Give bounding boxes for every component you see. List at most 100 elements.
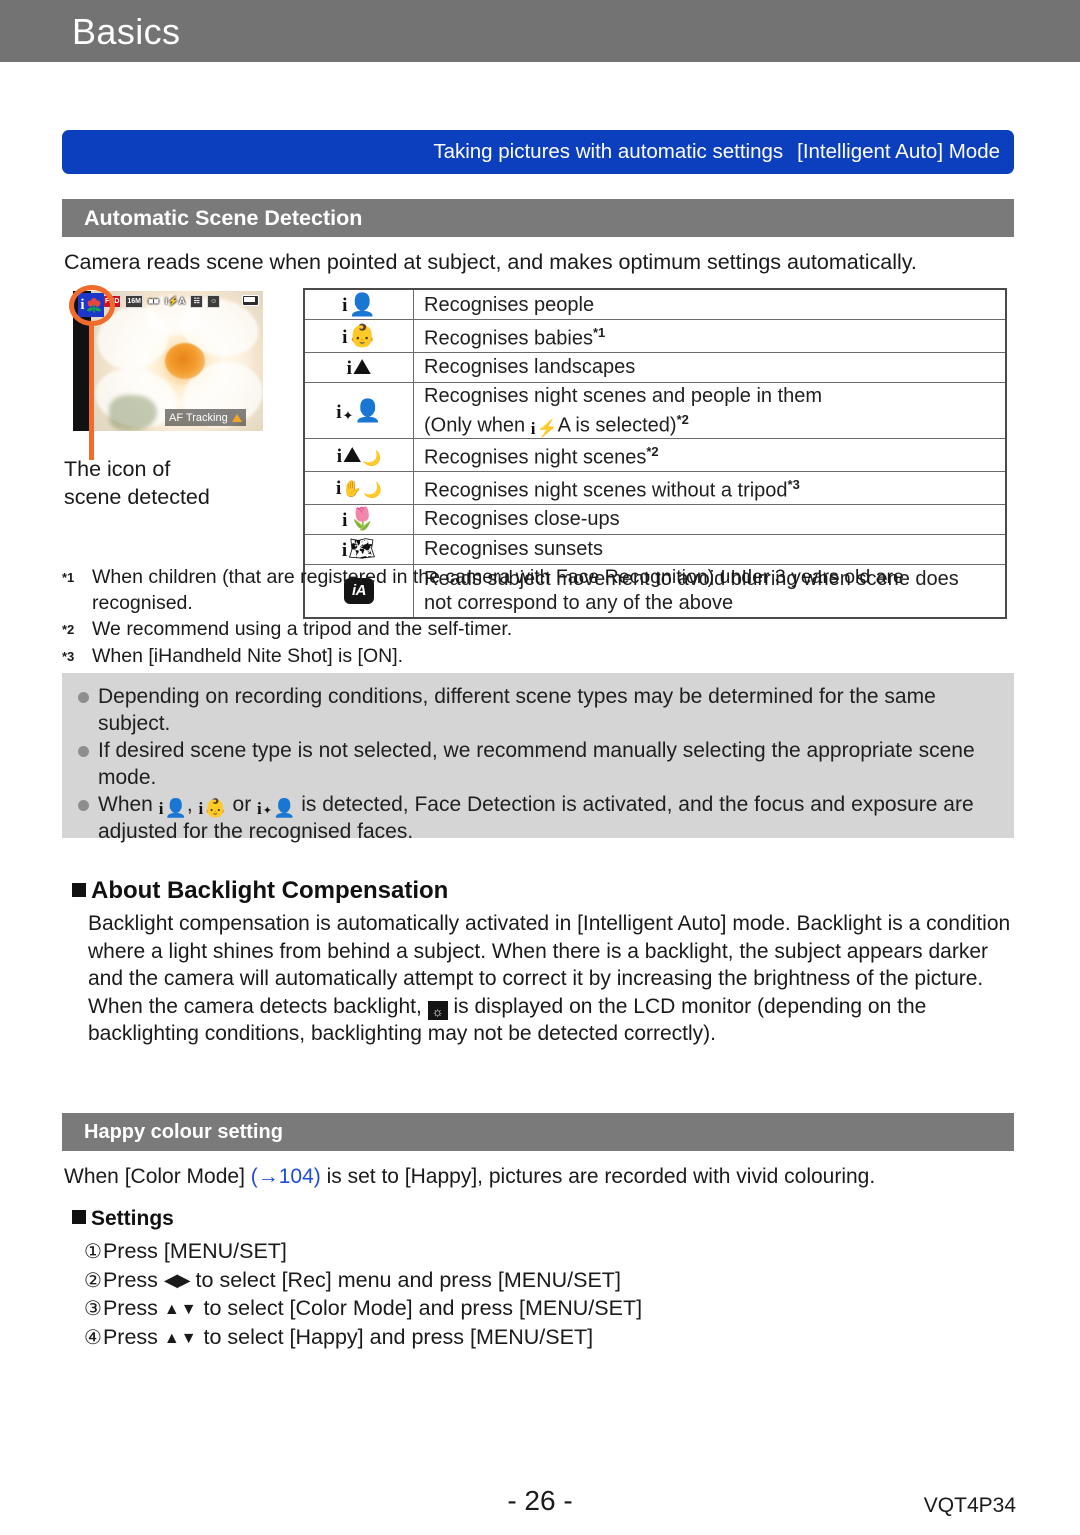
row-text: Recognises sunsets — [424, 538, 603, 561]
settings-step: ③Press ▲▼ to select [Color Mode] and pre… — [84, 1295, 1004, 1324]
happy-desc-post: is set to [Happy], pictures are recorded… — [320, 1165, 876, 1188]
note-text: If desired scene type is not selected, w… — [98, 739, 975, 789]
note-item: Depending on recording conditions, diffe… — [76, 683, 998, 737]
table-cell-description: Recognises sunsets — [413, 533, 1007, 565]
table-row: i ⛰ 🌙 Recognises night scenes*2 — [303, 438, 1007, 473]
row-text: Recognises night scenes — [424, 447, 647, 470]
settings-step: ②Press ◀▶ to select [Rec] menu and press… — [84, 1267, 1004, 1296]
up-down-arrow-icon: ▲▼ — [163, 1301, 198, 1318]
table-cell-description: Recognises night scenes and people in th… — [413, 381, 1007, 440]
table-cell-description: Recognises night scenes*2 — [413, 438, 1007, 473]
page-number: - 26 - — [507, 1485, 573, 1516]
footnote-text: When [iHandheld Nite Shot] is [ON]. — [92, 644, 404, 667]
row-text: Recognises night scenes and people in th… — [424, 384, 823, 407]
callout-circle-icon — [69, 285, 115, 326]
row-text: Recognises landscapes — [424, 356, 636, 379]
footnote-item: *1 When children (that are registered in… — [62, 565, 1012, 616]
footnote-text-line2: recognised. — [92, 591, 193, 614]
table-row: i ✋ 🌙 Recognises night scenes without a tr… — [303, 471, 1007, 505]
i-macro-icon: i 🌷 — [303, 503, 414, 535]
row-note: *2 — [646, 444, 659, 460]
left-right-arrow-icon: ◀▶ — [163, 1269, 191, 1290]
backlight-detect-icon: ☼ — [427, 1000, 448, 1020]
section-banner: Taking pictures with automatic settings [… — [62, 130, 1014, 174]
camera-lcd-figure: FHD 16M ■■ i⚡A ☵ ☺ AF Tracking i — [69, 285, 263, 460]
row-note: *2 — [676, 411, 689, 427]
settings-heading: Settings — [72, 1207, 174, 1231]
settings-step: ④Press ▲▼ to select [Happy] and press [M… — [84, 1324, 1004, 1353]
intelligent-flash-icon: i⚡A — [165, 296, 186, 306]
i-portrait-icon: i 👤 — [303, 288, 414, 320]
i-night-portrait-icon: i ✦ 👤 — [257, 798, 296, 819]
footnote-text: We recommend using a tripod and the self… — [92, 618, 513, 640]
step-text-pre: Press — [102, 1296, 164, 1320]
scene-detection-header-label: Automatic Scene Detection — [84, 206, 363, 230]
section-banner-text: Taking pictures with automatic settings [… — [433, 140, 1000, 164]
note-item: If desired scene type is not selected, w… — [76, 737, 998, 791]
table-row: i 👤 Recognises people — [303, 288, 1007, 320]
i-sunset-icon: i 🗺 — [303, 533, 414, 565]
section-banner-mode: [Intelligent Auto] Mode — [797, 140, 1000, 163]
table-cell-description: Recognises landscapes — [413, 351, 1007, 383]
happy-colour-header: Happy colour setting — [62, 1113, 1014, 1151]
happy-desc-pre: When [Color Mode] — [64, 1165, 251, 1188]
row-note: *1 — [593, 325, 606, 340]
step-number: ④ — [84, 1326, 102, 1349]
row-text: Recognises close-ups — [424, 508, 620, 531]
intelligent-flash-auto-icon: i ⚡ — [530, 419, 558, 439]
callout-leader-line — [89, 325, 94, 460]
table-cell-description: Recognises night scenes without a tripod… — [413, 471, 1007, 505]
row-text: Recognises night scenes without a tripod — [424, 479, 788, 502]
happy-colour-header-label: Happy colour setting — [84, 1121, 283, 1143]
i-night-portrait-icon: i ✦ 👤 — [303, 381, 414, 440]
chapter-title: Basics — [72, 11, 181, 52]
i-scenery-icon: i ⛰ — [303, 351, 414, 383]
scene-detection-intro: Camera reads scene when pointed at subje… — [64, 250, 917, 274]
row-note: *3 — [787, 477, 800, 493]
table-row: i 🌷 Recognises close-ups — [303, 503, 1007, 535]
figure-caption-line1: The icon of — [64, 457, 171, 481]
i-handheld-night-icon: i ✋ 🌙 — [303, 471, 414, 505]
i-baby-icon: i 👶 — [198, 798, 227, 819]
step-number: ③ — [84, 1298, 102, 1320]
picture-size-icon: 16M — [125, 295, 144, 308]
i-baby-icon: i 👶 — [303, 319, 414, 353]
table-cell-description: Recognises babies*1 — [413, 319, 1007, 353]
table-cell-description: Recognises people — [413, 288, 1007, 320]
step-number: ② — [84, 1269, 102, 1292]
backlight-body: Backlight compensation is automatically … — [88, 910, 1018, 1048]
step-text-pre: Press — [102, 1267, 164, 1292]
step-text-post: to select [Rec] menu and press [MENU/SET… — [189, 1267, 621, 1292]
happy-colour-description: When [Color Mode] (→104) is set to [Happ… — [64, 1163, 1024, 1190]
step-text-post: to select [Happy] and press [MENU/SET] — [197, 1324, 594, 1349]
row-text-secondary: (Only when i ⚡ A is selected)*2 — [424, 411, 689, 439]
page-reference-link[interactable]: (→104) — [251, 1165, 321, 1188]
footnote-mark: *3 — [62, 648, 75, 664]
document-code: VQT4P34 — [923, 1494, 1016, 1517]
i-portrait-icon: i 👤 — [158, 798, 187, 819]
step-text-pre: Press — [102, 1324, 164, 1349]
row-text: Recognises people — [424, 293, 595, 316]
note-item: When i 👤, i 👶 or i ✦ 👤 is detected, Face Det… — [76, 791, 998, 845]
step-text-post: to select [Color Mode] and press [MENU/S… — [197, 1296, 643, 1320]
settings-steps-list: ①Press [MENU/SET] ②Press ◀▶ to select [R… — [84, 1238, 1004, 1352]
backlight-heading: About Backlight Compensation — [72, 877, 448, 905]
backlight-heading-label: About Backlight Compensation — [91, 877, 449, 904]
footnote-item: *3 When [iHandheld Nite Shot] is [ON]. — [62, 644, 1012, 670]
af-tracking-arrow-icon — [231, 413, 242, 422]
table-row: i 👶 Recognises babies*1 — [303, 319, 1007, 353]
note-text: When — [98, 793, 159, 816]
figure-caption-line2: scene detected — [64, 485, 210, 509]
settings-step: ①Press [MENU/SET] — [84, 1238, 1004, 1267]
table-row: i ⛰ Recognises landscapes — [303, 351, 1007, 383]
battery-icon — [242, 295, 259, 306]
row-text: Recognises babies — [424, 327, 593, 350]
stabiliser-icon: ☵ — [190, 295, 204, 308]
lcd-status-icon-bar: FHD 16M ■■ i⚡A ☵ ☺ — [103, 294, 221, 309]
up-down-arrow-icon: ▲▼ — [163, 1329, 198, 1347]
section-banner-title: Taking pictures with automatic settings — [433, 140, 784, 163]
af-tracking-label: AF Tracking — [165, 409, 246, 426]
step-number: ① — [84, 1241, 102, 1263]
figure-caption: The icon of scene detected — [64, 455, 210, 511]
note-text: Depending on recording conditions, diffe… — [98, 685, 936, 735]
